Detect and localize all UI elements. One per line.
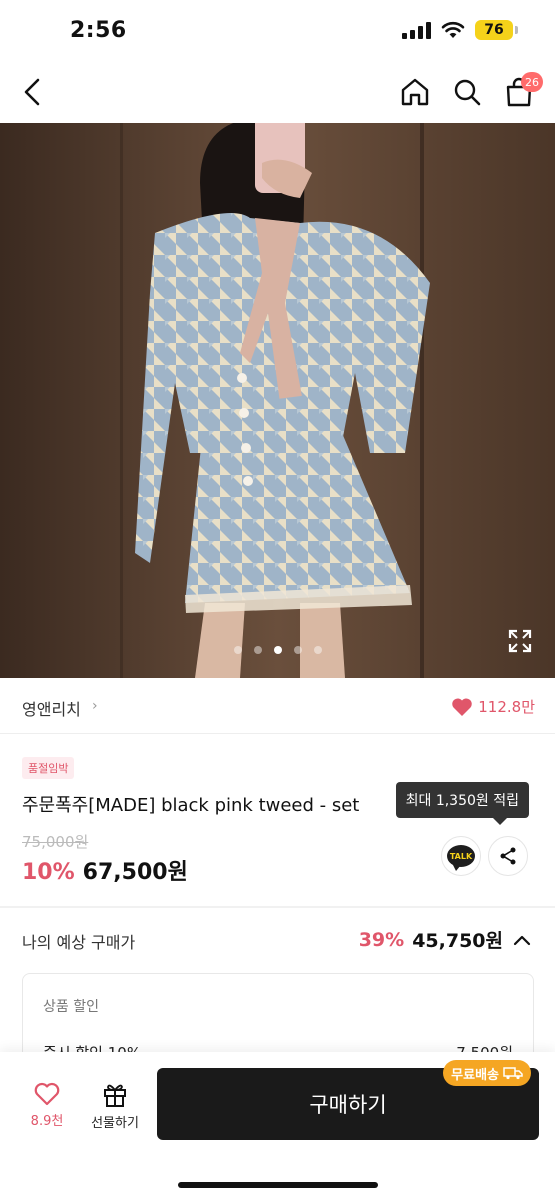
cart-button[interactable]: 26 bbox=[501, 72, 543, 112]
cart-count-badge: 26 bbox=[521, 72, 543, 92]
chevron-left-icon bbox=[24, 78, 40, 106]
share-button[interactable] bbox=[488, 836, 528, 876]
expected-price: 45,750원 bbox=[412, 930, 503, 952]
likes-count: 112.8만 bbox=[478, 698, 535, 716]
home-indicator bbox=[178, 1182, 378, 1188]
search-icon bbox=[454, 79, 481, 106]
home-icon bbox=[401, 78, 429, 106]
status-badge: 품절임박 bbox=[22, 757, 75, 779]
heart-icon bbox=[452, 697, 473, 716]
top-nav: 26 bbox=[0, 64, 555, 122]
battery-icon: 76 bbox=[475, 20, 518, 40]
gift-label: 선물하기 bbox=[91, 1116, 139, 1131]
status-bar: 2:56 76 bbox=[0, 0, 555, 64]
talk-icon: TALK bbox=[447, 845, 475, 871]
original-price: 75,000원 bbox=[22, 833, 89, 851]
carousel-dots bbox=[0, 646, 555, 654]
carousel-dot[interactable] bbox=[273, 646, 282, 654]
carousel-dot[interactable] bbox=[313, 646, 322, 654]
heart-outline-icon bbox=[34, 1082, 60, 1106]
truck-icon bbox=[503, 1067, 523, 1080]
gift-button[interactable]: 선물하기 bbox=[86, 1080, 144, 1131]
search-button[interactable] bbox=[449, 72, 485, 112]
free-shipping-badge: 무료배송 bbox=[443, 1060, 531, 1086]
section-divider bbox=[0, 906, 555, 908]
status-time: 2:56 bbox=[70, 18, 127, 43]
bottom-action-bar: 8.9천 선물하기 구매하기 무료배송 bbox=[0, 1052, 555, 1200]
kakao-talk-button[interactable]: TALK bbox=[441, 836, 481, 876]
price-row: 10% 67,500원 bbox=[22, 854, 188, 886]
expected-price-label: 나의 예상 구매가 bbox=[22, 933, 136, 952]
signal-icon bbox=[402, 21, 431, 39]
back-button[interactable] bbox=[16, 74, 52, 110]
home-button[interactable] bbox=[397, 72, 433, 112]
wishlist-count: 8.9천 bbox=[30, 1114, 64, 1129]
detail-title: 상품 할인 bbox=[43, 999, 99, 1015]
carousel-dot[interactable] bbox=[253, 646, 262, 654]
expected-discount: 39% bbox=[358, 928, 405, 951]
expand-icon[interactable] bbox=[507, 628, 533, 654]
sale-price: 67,500원 bbox=[82, 860, 188, 885]
chevron-up-icon bbox=[513, 935, 531, 945]
wifi-icon bbox=[441, 21, 465, 38]
product-title: 주문폭주[MADE] black pink tweed - set bbox=[22, 795, 360, 816]
brand-row[interactable]: 영앤리치 › 112.8만 bbox=[0, 678, 555, 734]
discount-rate: 10% bbox=[22, 860, 75, 885]
product-image-carousel[interactable] bbox=[0, 123, 555, 678]
status-icons: 76 bbox=[402, 20, 518, 40]
expected-price-toggle[interactable]: 39% 45,750원 bbox=[359, 926, 533, 953]
wishlist-button[interactable]: 8.9천 bbox=[22, 1082, 72, 1129]
points-tooltip: 최대 1,350원 적립 bbox=[395, 782, 529, 825]
chevron-right-icon: › bbox=[92, 698, 98, 714]
carousel-dot[interactable] bbox=[293, 646, 302, 654]
gift-icon bbox=[104, 1084, 126, 1107]
free-shipping-label: 무료배송 bbox=[451, 1067, 499, 1083]
share-icon bbox=[500, 847, 516, 865]
brand-name[interactable]: 영앤리치 bbox=[22, 696, 81, 720]
product-photo bbox=[0, 123, 555, 678]
carousel-dot[interactable] bbox=[233, 646, 242, 654]
brand-likes[interactable]: 112.8만 bbox=[451, 696, 535, 717]
